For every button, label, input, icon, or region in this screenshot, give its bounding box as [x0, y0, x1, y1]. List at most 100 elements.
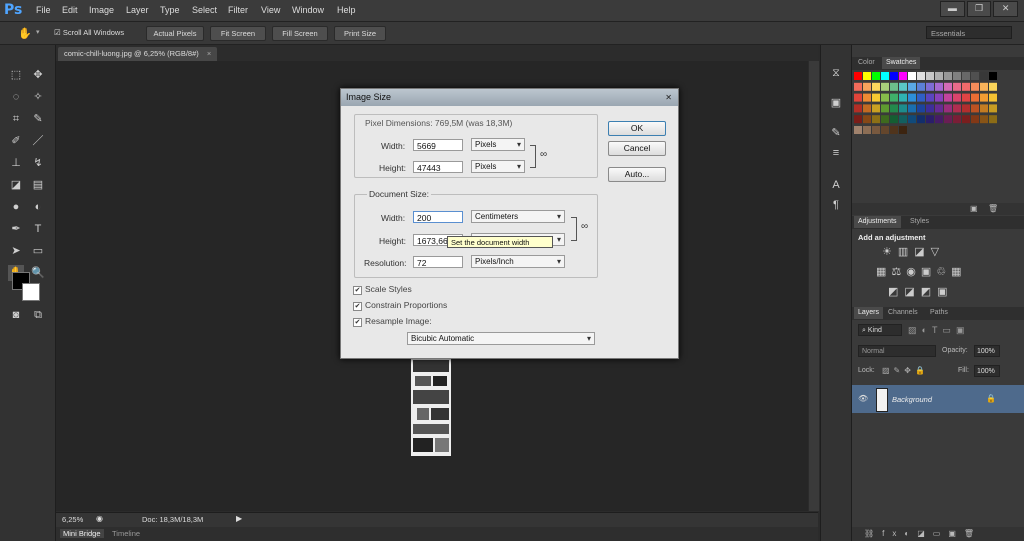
dodge-tool-icon[interactable]: ◐ — [30, 199, 46, 215]
move-tool-icon[interactable]: ✥ — [30, 67, 46, 83]
menu-filter[interactable]: Filter — [228, 5, 248, 15]
dialog-close-icon[interactable]: ✕ — [665, 89, 672, 106]
stamp-tool-icon[interactable]: ⊥ — [8, 155, 24, 171]
magic-wand-tool-icon[interactable]: ✧ — [30, 89, 46, 105]
swatches-grid[interactable] — [852, 70, 1005, 142]
swatch[interactable] — [908, 72, 916, 80]
swatch[interactable] — [863, 82, 871, 91]
px-width-input[interactable]: 5669 — [413, 139, 463, 151]
swatch[interactable] — [890, 104, 898, 113]
opacity-input[interactable]: 100% — [974, 345, 1000, 357]
px-width-unit-select[interactable]: Pixels — [471, 138, 525, 151]
swatch[interactable] — [890, 126, 898, 134]
swatch[interactable] — [872, 104, 880, 113]
swatch[interactable] — [899, 115, 907, 124]
properties-panel-icon[interactable]: ≡ — [828, 145, 844, 161]
swatch[interactable] — [917, 82, 925, 91]
screen-mode-icon[interactable]: ⧉ — [30, 307, 46, 323]
workspace-select[interactable]: Essentials — [926, 26, 1012, 39]
delete-swatch-icon[interactable]: 🗑 — [988, 204, 998, 213]
swatch[interactable] — [908, 82, 916, 91]
lasso-tool-icon[interactable]: ◌ — [8, 89, 24, 105]
swatch[interactable] — [971, 93, 979, 102]
history-brush-tool-icon[interactable]: ↯ — [30, 155, 46, 171]
new-swatch-icon[interactable]: ▣ — [970, 204, 978, 213]
swatch[interactable] — [863, 126, 871, 134]
swatch[interactable] — [971, 104, 979, 113]
swatch[interactable] — [980, 104, 988, 113]
cancel-button[interactable]: Cancel — [608, 141, 666, 156]
tab-layers[interactable]: Layers — [854, 307, 884, 319]
swatch[interactable] — [953, 82, 961, 91]
layer-row-background[interactable]: 👁 Background 🔒 — [852, 385, 1024, 413]
swatch[interactable] — [962, 93, 970, 102]
menu-layer[interactable]: Layer — [126, 5, 149, 15]
resolution-input[interactable]: 72 — [413, 256, 463, 268]
scroll-all-windows-checkbox[interactable]: ☑ Scroll All Windows — [54, 28, 124, 37]
auto-button[interactable]: Auto... — [608, 167, 666, 182]
swatch[interactable] — [944, 115, 952, 124]
swatch[interactable] — [890, 93, 898, 102]
swatch[interactable] — [881, 93, 889, 102]
lock-icons[interactable]: ▨✎✥🔒 — [882, 366, 929, 375]
doc-width-input[interactable]: 200 — [413, 211, 463, 223]
swatch[interactable] — [872, 126, 880, 134]
close-button[interactable]: ✕ — [993, 1, 1019, 17]
paragraph-panel-icon[interactable]: ¶ — [828, 197, 844, 213]
layers-footer-icons[interactable]: ⛓fx◐◪▭▣🗑 — [852, 527, 1024, 541]
swatch[interactable] — [890, 72, 898, 80]
swatch[interactable] — [908, 104, 916, 113]
brush-tool-icon[interactable]: ／ — [30, 133, 46, 149]
swatch[interactable] — [917, 72, 925, 80]
swatch[interactable] — [881, 82, 889, 91]
swatch[interactable] — [980, 72, 988, 80]
swatch[interactable] — [872, 82, 880, 91]
history-panel-icon[interactable]: ⧖ — [828, 65, 844, 81]
swatch[interactable] — [953, 93, 961, 102]
restore-button[interactable]: ❐ — [966, 1, 992, 17]
swatch[interactable] — [854, 72, 862, 80]
swatch[interactable] — [953, 104, 961, 113]
swatch[interactable] — [935, 115, 943, 124]
swatch[interactable] — [899, 72, 907, 80]
swatch[interactable] — [962, 104, 970, 113]
swatch[interactable] — [989, 93, 997, 102]
blur-tool-icon[interactable]: ● — [8, 199, 24, 215]
swatch[interactable] — [926, 104, 934, 113]
swatch[interactable] — [962, 82, 970, 91]
swatch[interactable] — [944, 72, 952, 80]
swatch[interactable] — [881, 126, 889, 134]
swatch[interactable] — [854, 93, 862, 102]
swatch[interactable] — [980, 82, 988, 91]
hand-tool-icon[interactable]: ✋ — [18, 27, 32, 40]
tab-channels[interactable]: Channels — [884, 307, 922, 319]
vertical-scrollbar[interactable] — [809, 61, 819, 511]
swatch[interactable] — [980, 115, 988, 124]
swatch[interactable] — [899, 93, 907, 102]
layer-filter-select[interactable]: ⌕ Kind — [858, 324, 902, 336]
quick-mask-icon[interactable]: ◙ — [8, 307, 24, 323]
zoom-level[interactable]: 6,25% — [62, 515, 83, 524]
swatch[interactable] — [971, 82, 979, 91]
swatch[interactable] — [899, 104, 907, 113]
eyedropper-tool-icon[interactable]: ✐ — [8, 133, 24, 149]
tab-color[interactable]: Color — [854, 57, 879, 69]
adjustment-row-1[interactable]: ☀▥◪▽ — [882, 245, 982, 258]
swatch[interactable] — [854, 82, 862, 91]
background-color-swatch[interactable] — [22, 283, 40, 301]
pen-tool-icon[interactable]: ✒ — [8, 221, 24, 237]
swatch[interactable] — [953, 115, 961, 124]
swatch[interactable] — [881, 104, 889, 113]
swatch[interactable] — [962, 72, 970, 80]
tab-paths[interactable]: Paths — [926, 307, 952, 319]
swatch[interactable] — [917, 93, 925, 102]
menu-help[interactable]: Help — [337, 5, 356, 15]
scale-styles-checkbox[interactable]: ✔ Scale Styles — [353, 284, 412, 295]
fit-screen-button[interactable]: Fit Screen — [210, 26, 266, 41]
print-size-button[interactable]: Print Size — [334, 26, 386, 41]
swatch[interactable] — [863, 93, 871, 102]
blend-mode-select[interactable]: Normal — [858, 345, 936, 357]
swatch[interactable] — [962, 115, 970, 124]
status-icon[interactable]: ◉ — [96, 514, 103, 523]
swatch[interactable] — [881, 115, 889, 124]
